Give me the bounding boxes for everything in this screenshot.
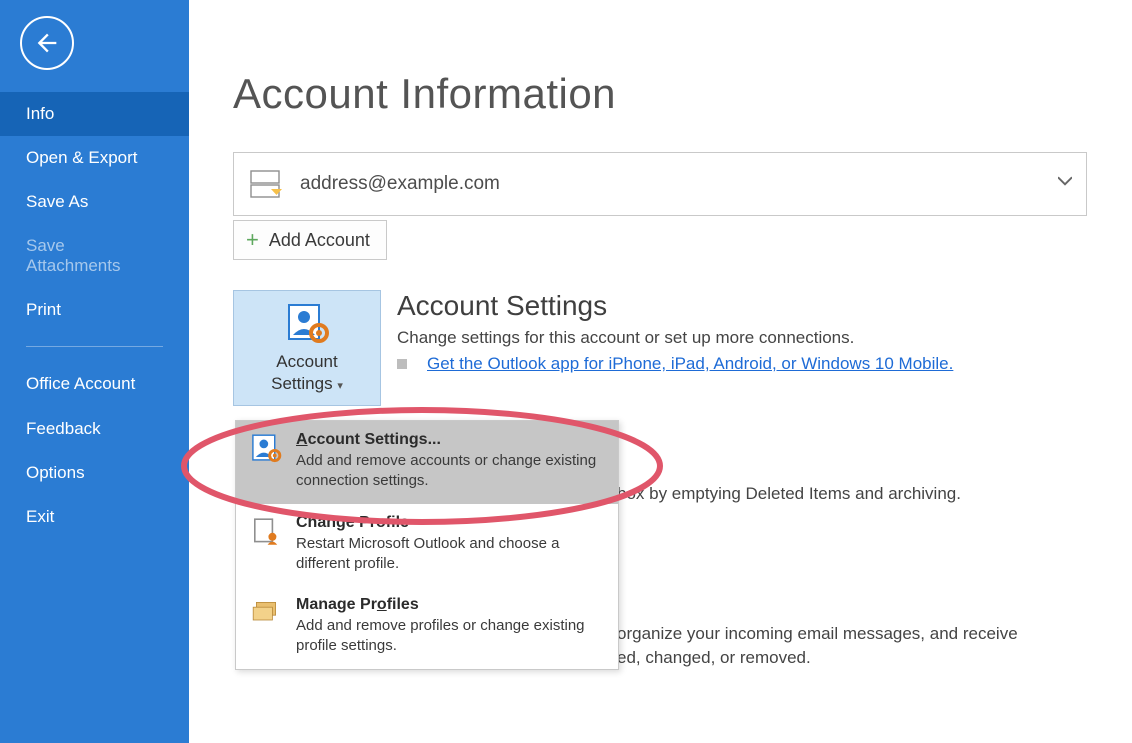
add-account-button[interactable]: + Add Account bbox=[233, 220, 387, 260]
account-email: address@example.com bbox=[300, 173, 500, 195]
menu-item-title: Change Profile bbox=[296, 514, 604, 532]
menu-item-title: Account Settings... bbox=[296, 431, 604, 449]
menu-item-title: Manage Profiles bbox=[296, 596, 604, 614]
menu-item-desc: Add and remove accounts or change existi… bbox=[296, 451, 604, 492]
menu-item-change-profile[interactable]: Change Profile Restart Microsoft Outlook… bbox=[236, 504, 618, 587]
section-title-account-settings: Account Settings bbox=[397, 290, 1088, 322]
account-selector[interactable]: address@example.com bbox=[233, 152, 1087, 216]
nav-save-attachments: Save Attachments bbox=[0, 224, 189, 288]
section-desc-account-settings: Change settings for this account or set … bbox=[397, 328, 1088, 348]
menu-item-account-settings[interactable]: Account Settings... Add and remove accou… bbox=[236, 421, 618, 504]
profile-change-icon bbox=[250, 516, 282, 548]
person-gear-icon bbox=[285, 303, 329, 345]
sidebar-separator bbox=[26, 346, 163, 347]
rules-alerts-partial-text-2: ed, changed, or removed. bbox=[617, 648, 1132, 668]
nav-info[interactable]: Info bbox=[0, 92, 189, 136]
nav-office-account[interactable]: Office Account bbox=[0, 361, 189, 407]
bullet-square-icon bbox=[397, 359, 407, 369]
get-outlook-app-link[interactable]: Get the Outlook app for iPhone, iPad, An… bbox=[427, 354, 953, 374]
nav-feedback[interactable]: Feedback bbox=[0, 407, 189, 451]
menu-item-desc: Add and remove profiles or change existi… bbox=[296, 616, 604, 657]
nav-open-export[interactable]: Open & Export bbox=[0, 136, 189, 180]
rules-alerts-partial-text-1: organize your incoming email messages, a… bbox=[617, 624, 1132, 644]
person-gear-icon bbox=[250, 433, 282, 465]
nav-options[interactable]: Options bbox=[0, 451, 189, 495]
menu-item-desc: Restart Microsoft Outlook and choose a d… bbox=[296, 534, 604, 575]
add-account-label: Add Account bbox=[269, 230, 370, 251]
menu-item-manage-profiles[interactable]: Manage Profiles Add and remove profiles … bbox=[236, 586, 618, 669]
back-button[interactable] bbox=[20, 16, 74, 70]
account-dropdown-arrow[interactable] bbox=[1058, 175, 1072, 194]
folders-icon bbox=[250, 598, 282, 626]
nav-print[interactable]: Print bbox=[0, 288, 189, 332]
nav-exit[interactable]: Exit bbox=[0, 495, 189, 539]
mailbox-settings-partial-text: box by emptying Deleted Items and archiv… bbox=[617, 484, 961, 504]
nav-save-as[interactable]: Save As bbox=[0, 180, 189, 224]
backstage-sidebar: Info Open & Export Save As Save Attachme… bbox=[0, 0, 189, 743]
mailbox-icon bbox=[246, 164, 286, 204]
account-settings-menu: Account Settings... Add and remove accou… bbox=[235, 420, 619, 670]
arrow-left-icon bbox=[33, 29, 61, 57]
chevron-down-icon bbox=[1058, 175, 1072, 189]
account-settings-button[interactable]: Account Settings ▾ bbox=[233, 290, 381, 406]
page-title: Account Information bbox=[233, 70, 1088, 118]
plus-icon: + bbox=[246, 229, 259, 251]
chevron-down-icon: ▾ bbox=[337, 380, 343, 392]
